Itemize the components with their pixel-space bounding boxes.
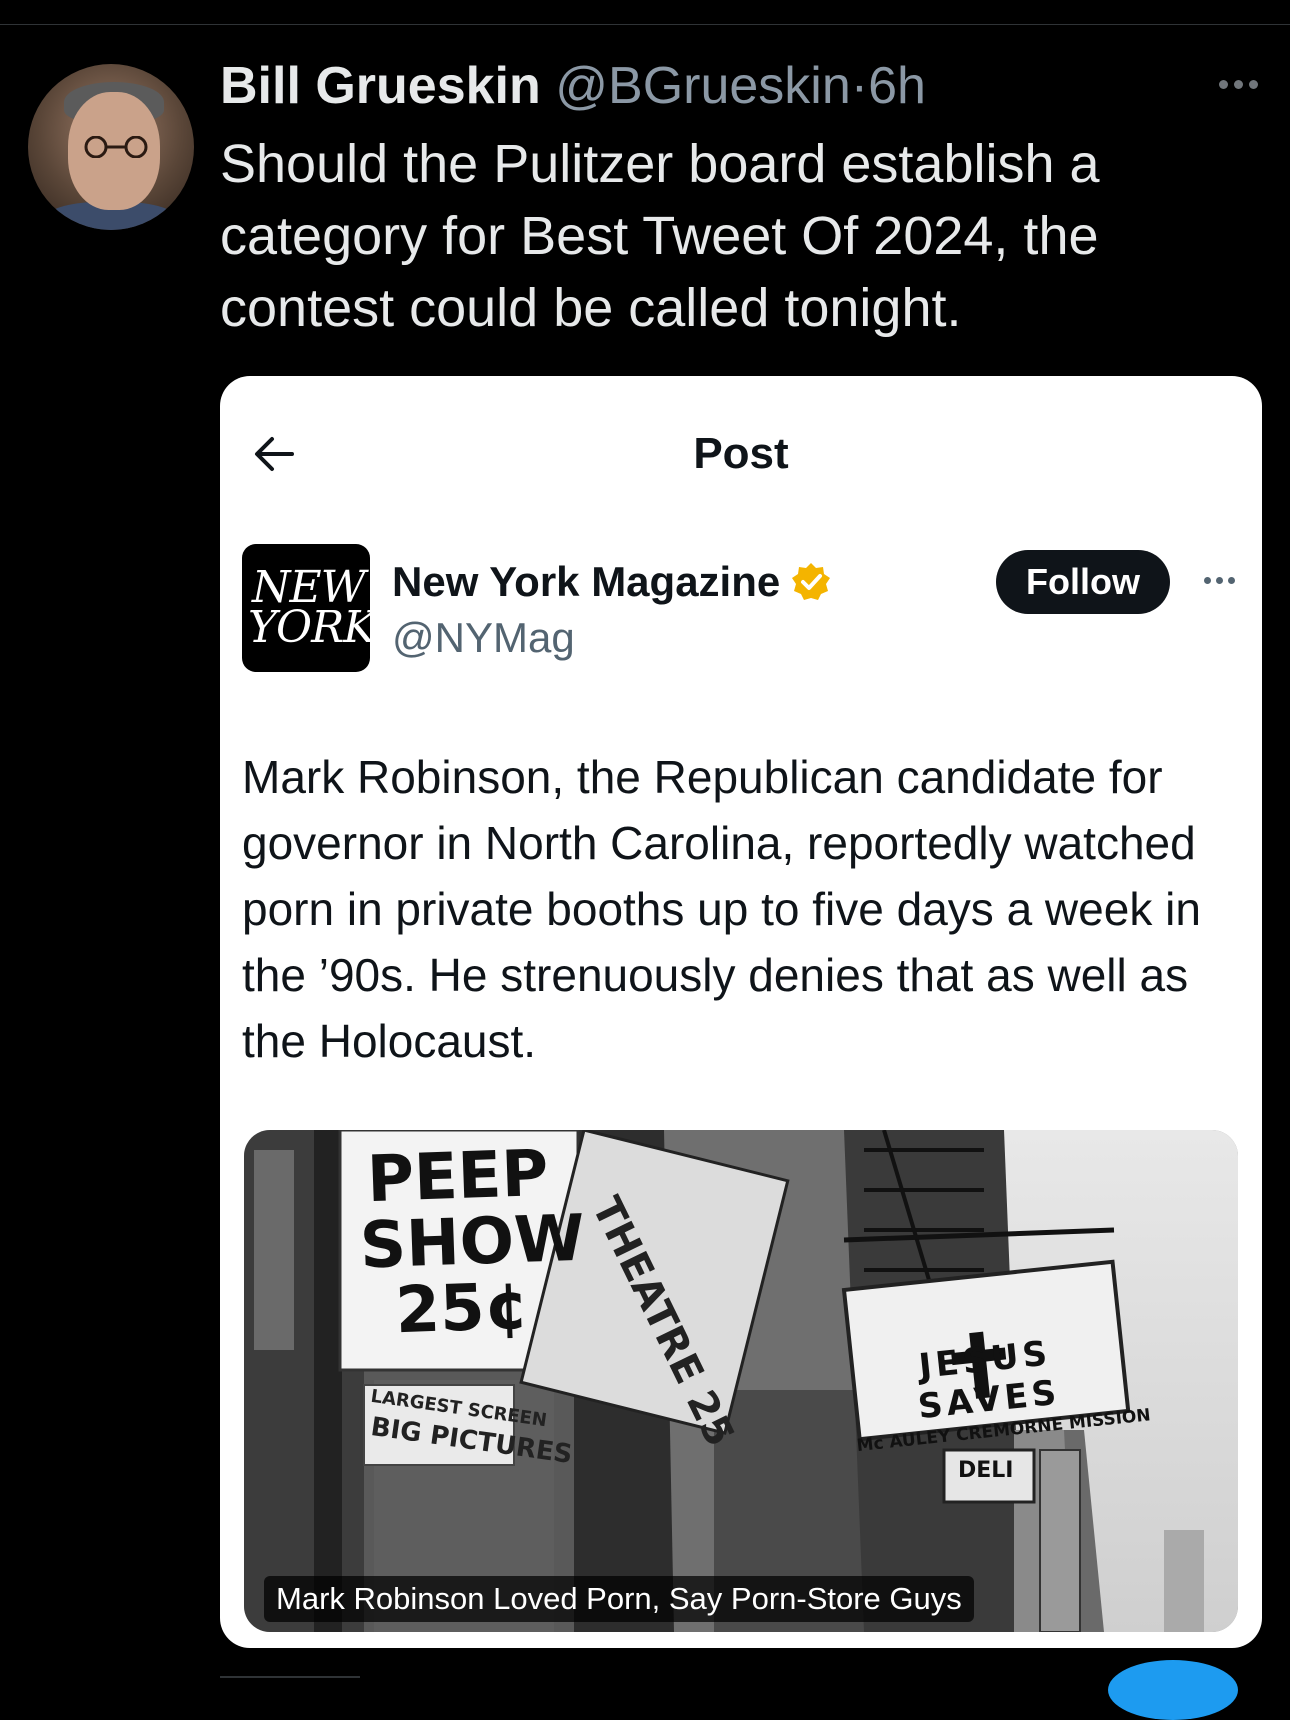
more-options-icon[interactable] xyxy=(1210,62,1266,106)
bottom-divider xyxy=(220,1676,360,1678)
quoted-post-text: Mark Robinson, the Republican candidate … xyxy=(242,751,1201,1067)
dot xyxy=(1218,79,1228,89)
dot xyxy=(1227,576,1235,584)
peep-sign-line2: SHOW xyxy=(358,1201,586,1284)
post-page-title: Post xyxy=(693,429,789,478)
verified-badge-icon xyxy=(792,563,831,600)
logo-text-york: YORK xyxy=(248,602,370,653)
dot xyxy=(1248,79,1258,89)
compose-fab-icon[interactable] xyxy=(1108,1660,1238,1720)
tweet-header: Bill Grueskin @BGrueskin·6h xyxy=(220,56,926,116)
nymag-avatar[interactable]: NEW YORK xyxy=(242,544,370,672)
dot xyxy=(1215,576,1223,584)
author-handle[interactable]: @BGrueskin xyxy=(555,57,851,115)
avatar-glasses xyxy=(84,136,148,158)
header-separator: · xyxy=(850,57,869,115)
tweet-timestamp[interactable]: 6h xyxy=(868,57,926,115)
quoted-post-card[interactable]: Post NEW YORK New York Magazine @NYMag F… xyxy=(220,376,1262,1648)
dot xyxy=(1233,79,1243,89)
dot xyxy=(1203,576,1211,584)
card-more-options-icon[interactable] xyxy=(1194,560,1244,600)
quoted-account-handle[interactable]: @NYMag xyxy=(392,612,575,664)
author-name[interactable]: Bill Grueskin xyxy=(220,57,541,115)
deli-sign: DELI xyxy=(958,1458,1014,1483)
post-photo[interactable]: PEEP SHOW 25¢ THEATRE 25 JESUS SAVES Mc … xyxy=(244,1130,1238,1632)
link-card-caption[interactable]: Mark Robinson Loved Porn, Say Porn-Store… xyxy=(264,1576,974,1622)
peep-show-sign: PEEP SHOW 25¢ xyxy=(357,1137,586,1349)
peep-sign-line3: 25¢ xyxy=(394,1269,531,1349)
follow-button[interactable]: Follow xyxy=(996,550,1170,614)
tweet-text: Should the Pulitzer board establish a ca… xyxy=(220,134,1100,338)
quoted-account-name[interactable]: New York Magazine xyxy=(392,556,780,608)
quoted-account-name-row: New York Magazine xyxy=(392,556,832,608)
author-avatar[interactable] xyxy=(28,64,194,230)
top-divider xyxy=(0,24,1290,25)
